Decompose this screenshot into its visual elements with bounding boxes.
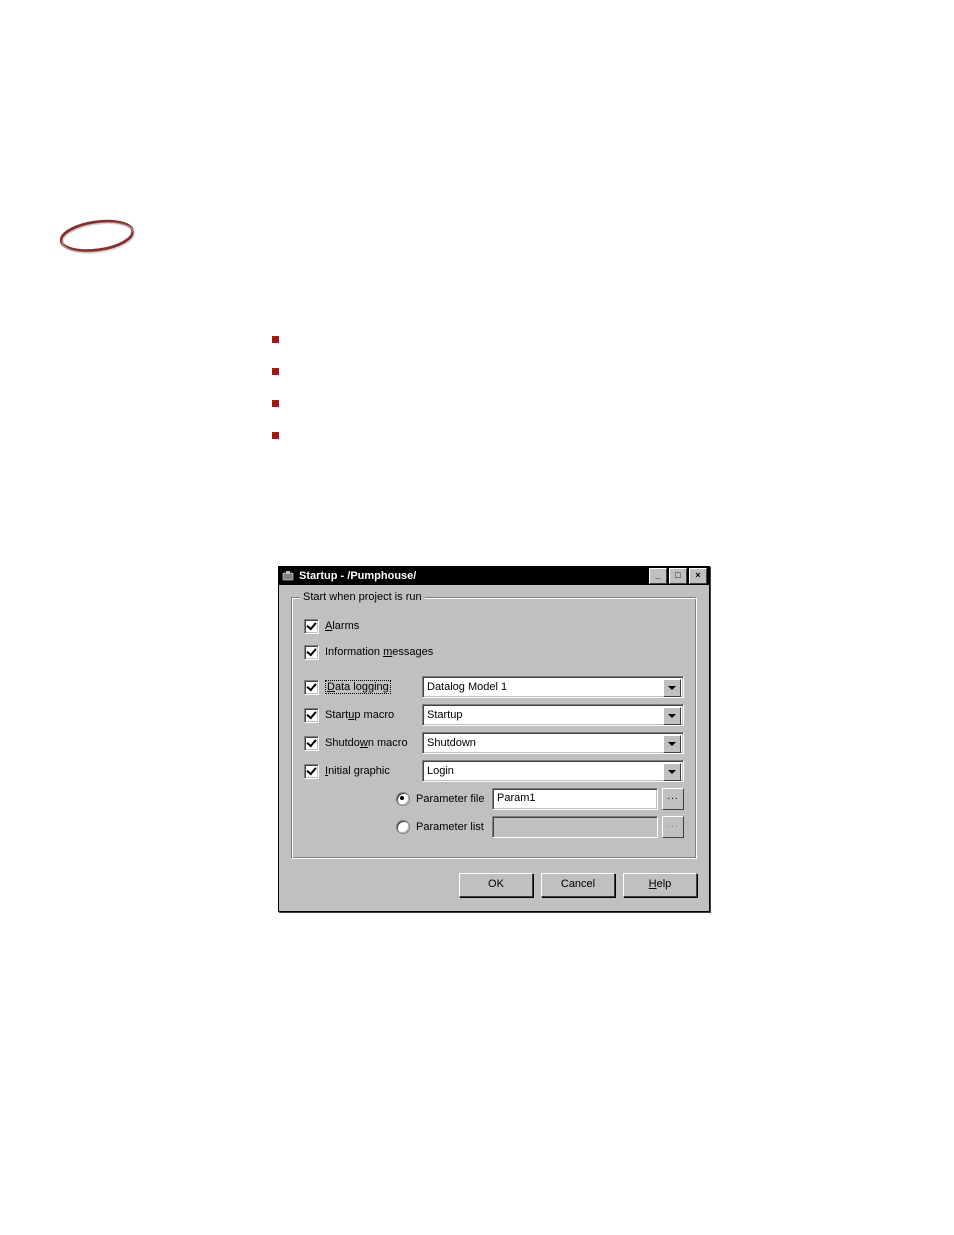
help-button[interactable]: Help [623, 873, 697, 897]
maximize-button[interactable]: □ [669, 568, 687, 584]
initial-graphic-checkbox[interactable] [304, 764, 319, 779]
chevron-down-icon[interactable] [663, 763, 681, 781]
dialog-title: Startup - /Pumphouse/ [299, 570, 647, 582]
parameter-file-radio[interactable] [396, 792, 410, 806]
startup-groupbox: Start when project is run Alarms Informa… [291, 597, 697, 859]
shutdown-macro-dropdown[interactable]: Shutdown [422, 732, 684, 754]
parameter-list-label: Parameter list [416, 821, 484, 833]
titlebar[interactable]: Startup - /Pumphouse/ _ □ × [279, 567, 709, 585]
chevron-down-icon[interactable] [663, 679, 681, 697]
minimize-button[interactable]: _ [649, 568, 667, 584]
logo-graphic [55, 208, 140, 263]
bullet-icon [272, 336, 279, 343]
parameter-file-value: Param1 [497, 792, 536, 804]
data-logging-label: Data logging [325, 680, 391, 694]
bullet-icon [272, 368, 279, 375]
bullet-icon [272, 432, 279, 439]
parameter-list-browse-button: ... [662, 816, 684, 838]
parameter-file-browse-button[interactable]: ... [662, 788, 684, 810]
app-icon [281, 569, 295, 583]
parameter-list-radio[interactable] [396, 820, 410, 834]
data-logging-checkbox[interactable] [304, 680, 319, 695]
startup-macro-checkbox[interactable] [304, 708, 319, 723]
parameter-file-input[interactable]: Param1 [492, 788, 658, 810]
chevron-down-icon[interactable] [663, 735, 681, 753]
initial-graphic-value: Login [427, 765, 454, 777]
dialog-body: Start when project is run Alarms Informa… [279, 585, 709, 911]
shutdown-macro-value: Shutdown [427, 737, 476, 749]
startup-macro-value: Startup [427, 709, 462, 721]
initial-graphic-dropdown[interactable]: Login [422, 760, 684, 782]
cancel-button[interactable]: Cancel [541, 873, 615, 897]
data-logging-dropdown[interactable]: Datalog Model 1 [422, 676, 684, 698]
chevron-down-icon[interactable] [663, 707, 681, 725]
groupbox-legend: Start when project is run [300, 591, 425, 603]
info-messages-label: Information messages [325, 646, 433, 658]
startup-dialog: Startup - /Pumphouse/ _ □ × Start when p… [278, 566, 710, 912]
info-messages-checkbox[interactable] [304, 645, 319, 660]
startup-macro-dropdown[interactable]: Startup [422, 704, 684, 726]
alarms-checkbox[interactable] [304, 619, 319, 634]
data-logging-value: Datalog Model 1 [427, 681, 507, 693]
bullet-list [272, 336, 279, 464]
bullet-icon [272, 400, 279, 407]
initial-graphic-label: Initial graphic [325, 765, 390, 777]
shutdown-macro-label: Shutdown macro [325, 737, 408, 749]
close-button[interactable]: × [689, 568, 707, 584]
startup-macro-label: Startup macro [325, 709, 394, 721]
parameter-file-label: Parameter file [416, 793, 484, 805]
shutdown-macro-checkbox[interactable] [304, 736, 319, 751]
ok-button[interactable]: OK [459, 873, 533, 897]
alarms-label: Alarms [325, 620, 359, 632]
dialog-button-row: OK Cancel Help [291, 873, 697, 897]
parameter-list-input [492, 816, 658, 838]
